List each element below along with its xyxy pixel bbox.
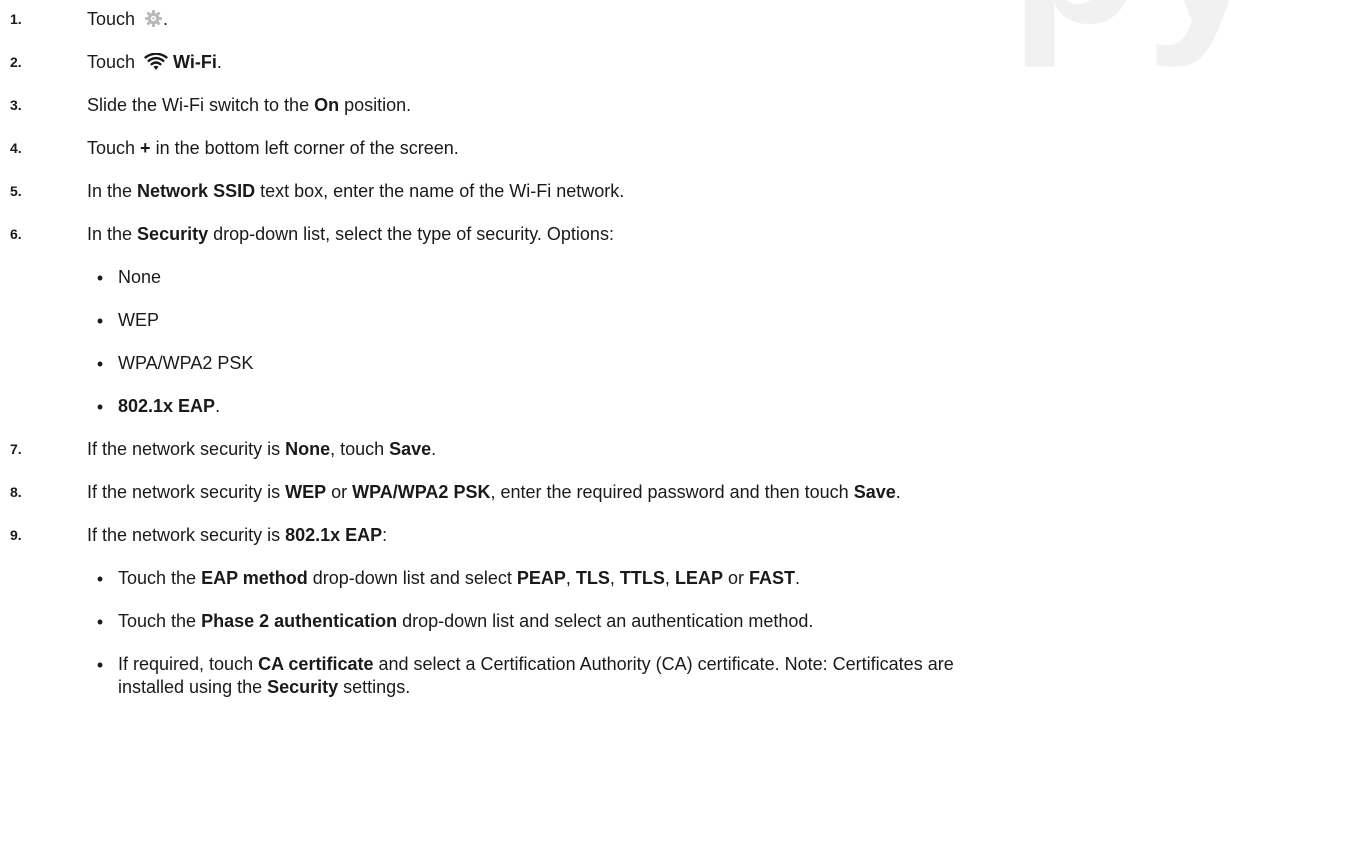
bullet-text: ,	[664, 568, 675, 588]
step-9: 9. If the network security is 802.1x EAP…	[10, 524, 388, 546]
bullet-continuation: installed using the Security settings.	[118, 676, 410, 698]
step-tail: .	[163, 9, 169, 29]
step-bold: 802.1x EAP	[285, 525, 383, 545]
step-number: 6.	[10, 226, 22, 242]
step-bold: On	[314, 95, 340, 115]
step-tail: .	[216, 52, 222, 72]
step-text: If the network security is	[87, 439, 286, 459]
step-8: 8. If the network security is WEP or WPA…	[10, 481, 901, 503]
option-label: 802.1x EAP	[118, 396, 216, 416]
bullet-text: ,	[565, 568, 576, 588]
step-text: in the bottom left corner of the screen.	[150, 138, 459, 158]
bullet-text: If required, touch	[118, 654, 259, 674]
bullet: •	[96, 354, 104, 374]
option-label: None	[118, 267, 162, 287]
step-number: 5.	[10, 183, 22, 199]
step-text: position.	[339, 95, 412, 115]
bullet-bold: PEAP	[516, 568, 566, 588]
option-tail: .	[215, 396, 221, 416]
wifi-label: Wi-Fi	[173, 52, 217, 72]
bullet-bold: TLS	[575, 568, 610, 588]
bullet: •	[96, 268, 104, 288]
option-item: • 802.1x EAP.	[97, 395, 221, 417]
bullet: •	[96, 655, 104, 675]
eap-bullet-2: • Touch the Phase 2 authentication drop-…	[97, 610, 814, 632]
bullet-text: installed using the	[118, 677, 268, 697]
bullet: •	[96, 612, 104, 632]
step-text: In the	[87, 224, 138, 244]
step-text: , touch	[330, 439, 390, 459]
step-number: 3.	[10, 97, 22, 113]
step-6: 6. In the Security drop-down list, selec…	[10, 223, 614, 245]
watermark: py	[1010, 0, 1269, 55]
step-number: 8.	[10, 484, 22, 500]
bullet: •	[96, 311, 104, 331]
step-text: If the network security is	[87, 482, 286, 502]
step-bold: None	[285, 439, 331, 459]
step-text: , enter the required password and then t…	[490, 482, 854, 502]
bullet-bold: FAST	[748, 568, 795, 588]
step-text: Touch	[87, 52, 141, 72]
bullet: •	[96, 569, 104, 589]
option-item: • WPA/WPA2 PSK	[97, 352, 254, 374]
option-item: • None	[97, 266, 162, 288]
option-label: WEP	[118, 310, 160, 330]
bullet-text: drop-down list and select an authenticat…	[397, 611, 814, 631]
bullet-bold: Phase 2 authentication	[201, 611, 398, 631]
step-7: 7. If the network security is None, touc…	[10, 438, 437, 460]
bullet-text: or	[722, 568, 749, 588]
step-bold: Security	[137, 224, 209, 244]
step-1: 1. Touch .	[10, 8, 169, 30]
step-number: 2.	[10, 54, 22, 70]
step-text: text box, enter the name of the Wi-Fi ne…	[255, 181, 625, 201]
bullet-text: drop-down list and select	[307, 568, 517, 588]
step-text: drop-down list, select the type of secur…	[208, 224, 614, 244]
step-text: Slide the Wi-Fi switch to the	[87, 95, 315, 115]
step-2: 2. Touch Wi-Fi.	[10, 51, 222, 73]
step-bold: +	[140, 138, 151, 158]
step-text: Touch	[87, 138, 141, 158]
step-bold: Save	[853, 482, 896, 502]
step-3: 3. Slide the Wi-Fi switch to the On posi…	[10, 94, 412, 116]
bullet: •	[96, 397, 104, 417]
bullet-text: ,	[609, 568, 620, 588]
bullet-text: .	[794, 568, 800, 588]
bullet-text: Touch the	[118, 611, 202, 631]
bullet-text: settings.	[338, 677, 411, 697]
eap-bullet-1: • Touch the EAP method drop-down list an…	[97, 567, 800, 589]
step-bold: WEP	[285, 482, 327, 502]
step-text: In the	[87, 181, 138, 201]
step-number: 9.	[10, 527, 22, 543]
step-text: .	[431, 439, 437, 459]
step-number: 1.	[10, 11, 22, 27]
wifi-icon	[144, 53, 168, 70]
bullet-text: and select a Certification Authority (CA…	[373, 654, 954, 674]
bullet-bold: TTLS	[619, 568, 665, 588]
step-text: Touch	[87, 9, 141, 29]
bullet-bold: Security	[267, 677, 339, 697]
eap-bullet-3: • If required, touch CA certificate and …	[97, 653, 954, 697]
step-4: 4. Touch + in the bottom left corner of …	[10, 137, 459, 159]
step-bold: Network SSID	[137, 181, 256, 201]
bullet-bold: LEAP	[674, 568, 723, 588]
step-text: If the network security is	[87, 525, 286, 545]
bullet-bold: EAP method	[201, 568, 308, 588]
option-item: • WEP	[97, 309, 160, 331]
step-text: or	[326, 482, 353, 502]
step-number: 4.	[10, 140, 22, 156]
bullet-bold: CA certificate	[258, 654, 374, 674]
gear-icon	[144, 9, 163, 28]
bullet-text: Touch the	[118, 568, 202, 588]
step-bold: WPA/WPA2 PSK	[352, 482, 491, 502]
step-text: :	[382, 525, 388, 545]
step-5: 5. In the Network SSID text box, enter t…	[10, 180, 625, 202]
step-number: 7.	[10, 441, 22, 457]
step-text: .	[895, 482, 901, 502]
step-bold: Save	[389, 439, 432, 459]
manual-page: py 1. Touch . 2.	[0, 0, 1351, 858]
option-label: WPA/WPA2 PSK	[118, 353, 254, 373]
